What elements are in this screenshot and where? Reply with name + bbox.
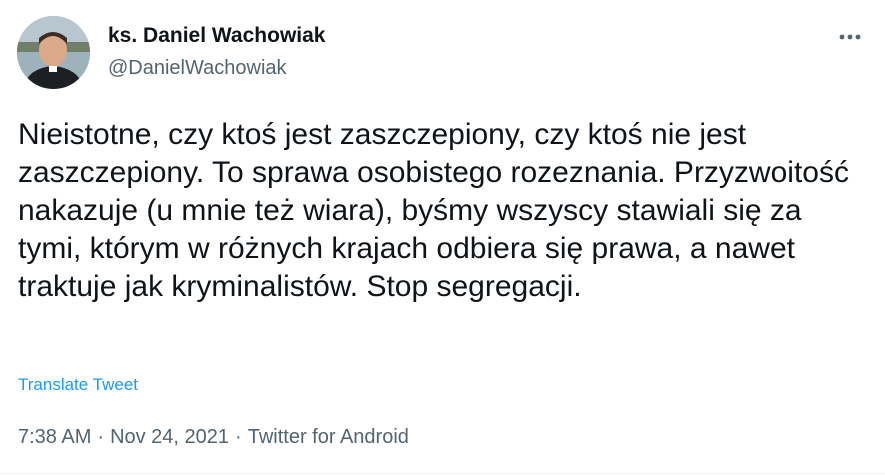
- tweet-card: ks. Daniel Wachowiak @DanielWachowiak Ni…: [0, 0, 885, 476]
- divider: [0, 473, 885, 474]
- tweet-metadata: 7:38 AM · Nov 24, 2021 · Twitter for Android: [18, 426, 409, 449]
- tweet-source[interactable]: Twitter for Android: [248, 426, 409, 449]
- tweet-time[interactable]: 7:38 AM: [18, 426, 91, 449]
- author-display-name[interactable]: ks. Daniel Wachowiak: [108, 24, 325, 48]
- meta-separator: ·: [97, 426, 105, 448]
- more-horizontal-icon: [839, 34, 861, 40]
- tweet-date[interactable]: Nov 24, 2021: [110, 426, 229, 449]
- author-handle[interactable]: @DanielWachowiak: [108, 57, 287, 80]
- translate-tweet-link[interactable]: Translate Tweet: [18, 375, 138, 395]
- more-options-button[interactable]: [832, 24, 868, 50]
- tweet-text: Nieistotne, czy ktoś jest zaszczepiony, …: [18, 118, 849, 303]
- avatar[interactable]: [17, 16, 90, 89]
- profile-photo: [17, 16, 90, 89]
- meta-separator: ·: [235, 426, 242, 448]
